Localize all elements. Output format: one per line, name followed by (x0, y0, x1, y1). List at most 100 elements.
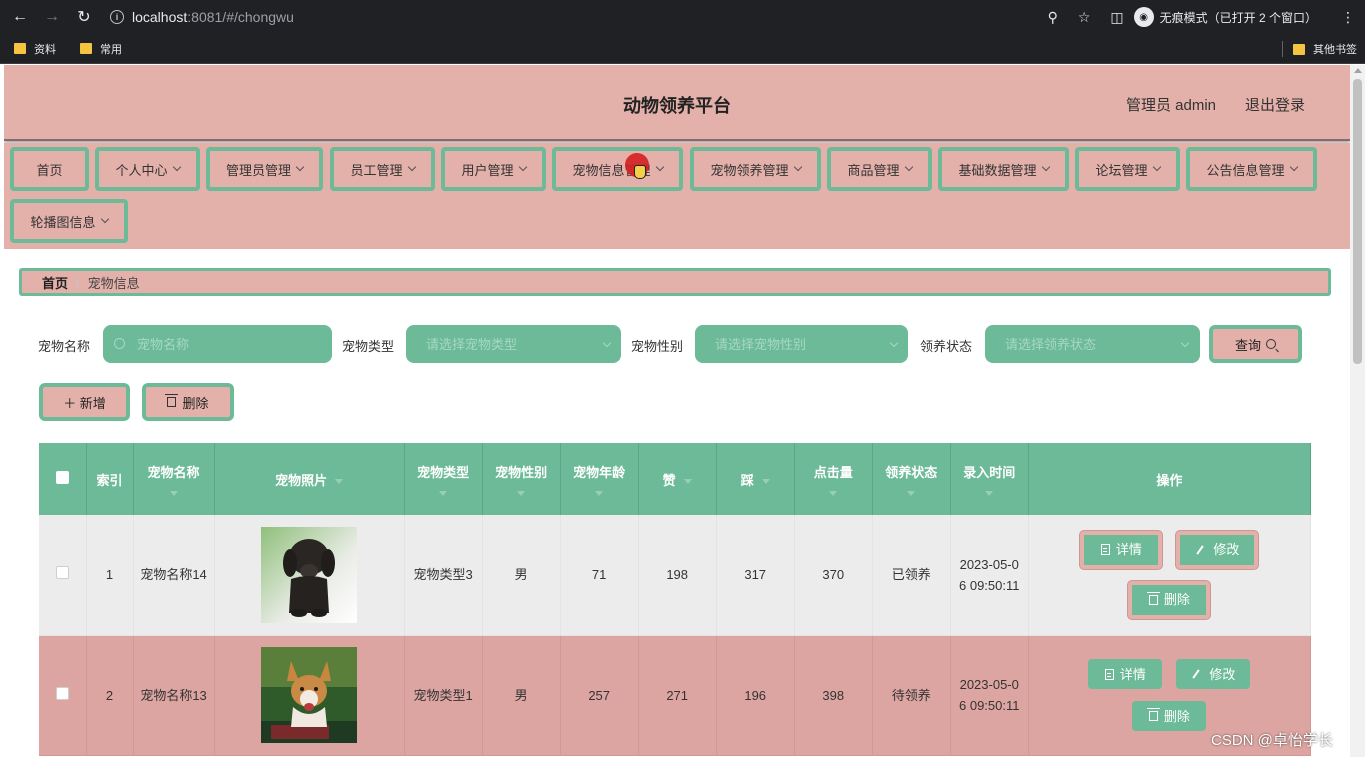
cell-clicks: 398 (794, 635, 873, 756)
menu-admin[interactable]: 管理员管理 (206, 147, 323, 191)
delete-label: 删除 (1163, 708, 1190, 724)
row-checkbox[interactable] (55, 686, 69, 700)
col-photo[interactable]: 宠物照片 (214, 443, 405, 515)
scroll-up-icon[interactable] (1354, 68, 1362, 73)
header-label: 赞 (662, 472, 676, 488)
breadcrumb-current: 宠物信息 (87, 275, 140, 291)
pet-photo-corgi[interactable] (261, 647, 358, 743)
select-all-cell (39, 443, 87, 515)
forward-icon[interactable]: → (40, 5, 64, 29)
sort-icon[interactable] (761, 478, 770, 484)
other-bookmarks[interactable]: 其他书签 (1293, 41, 1357, 57)
row-checkbox[interactable] (55, 566, 69, 580)
cell-cai: 196 (716, 635, 795, 756)
delete-button[interactable]: 删除 (1132, 701, 1207, 731)
col-age[interactable]: 宠物年龄 (560, 443, 639, 515)
menu-label: 基础数据管理 (958, 162, 1037, 178)
pet-table: 索引 宠物名称 宠物照片 宠物类型 宠物性别 宠物年龄 赞 踩 点击量 领养状态… (39, 443, 1312, 756)
more-menu-icon[interactable]: ⋮ (1341, 9, 1355, 26)
menu-personal[interactable]: 个人中心 (95, 147, 200, 191)
add-button[interactable]: ＋ 新增 (39, 383, 130, 421)
adopt-status-select[interactable] (985, 325, 1200, 363)
add-label: ＋ 新增 (63, 395, 106, 411)
bookmark-label: 其他书签 (1313, 44, 1357, 56)
trash-icon (165, 394, 179, 407)
cell-zan: 271 (638, 635, 717, 756)
breadcrumb-home[interactable]: 首页 (42, 273, 68, 292)
cell-photo (214, 515, 405, 636)
edit-button[interactable]: 修改 (1176, 530, 1259, 569)
reload-icon[interactable]: ↻ (72, 5, 96, 29)
col-sex[interactable]: 宠物性别 (482, 443, 561, 515)
col-cai[interactable]: 踩 (716, 443, 795, 515)
sort-icon[interactable] (683, 478, 692, 484)
col-clicks[interactable]: 点击量 (794, 443, 873, 515)
cell-sex: 男 (482, 515, 561, 636)
header-label: 宠物性别 (495, 465, 548, 480)
back-icon[interactable]: ← (8, 5, 32, 29)
col-type[interactable]: 宠物类型 (404, 443, 483, 515)
divider (1282, 41, 1283, 57)
col-status[interactable]: 领养状态 (872, 443, 951, 515)
menu-carousel[interactable]: 轮播图信息 (10, 199, 128, 243)
cell-ops: 详情 修改 删除 (1028, 515, 1312, 636)
menu-goods[interactable]: 商品管理 (827, 147, 932, 191)
logout-link[interactable]: 退出登录 (1245, 94, 1305, 115)
scrollbar-thumb[interactable] (1353, 79, 1362, 364)
cell-type: 宠物类型3 (404, 515, 483, 636)
cell-sex: 男 (482, 635, 561, 756)
menu-user[interactable]: 用户管理 (441, 147, 546, 191)
sort-icon[interactable] (439, 491, 448, 496)
bookmark-ziliao[interactable]: 资料 (14, 41, 56, 57)
sort-icon[interactable] (595, 491, 604, 496)
header-label: 录入时间 (963, 465, 1016, 480)
site-info-icon[interactable]: i (110, 10, 124, 24)
incognito-label: 无痕模式（已打开 2 个窗口） (1159, 10, 1317, 25)
header-label: 点击量 (813, 465, 853, 480)
incognito-indicator[interactable]: ◉ 无痕模式（已打开 2 个窗口） (1133, 7, 1317, 27)
menu-home[interactable]: 首页 (10, 147, 89, 191)
detail-button[interactable]: 详情 (1088, 659, 1163, 689)
pet-name-input[interactable] (103, 325, 332, 363)
delete-button[interactable]: 删除 (1128, 580, 1211, 619)
menu-basic-data[interactable]: 基础数据管理 (938, 147, 1069, 191)
menu-pet-info[interactable]: 宠物信息管理 (552, 147, 683, 191)
query-button[interactable]: 查询 (1209, 325, 1302, 363)
menu-adoption[interactable]: 宠物领养管理 (690, 147, 821, 191)
sort-icon[interactable] (517, 491, 526, 496)
menu-staff[interactable]: 员工管理 (330, 147, 435, 191)
bulk-delete-button[interactable]: 删除 (142, 383, 234, 421)
sort-icon[interactable] (829, 491, 838, 496)
key-icon[interactable]: ⚲ (1048, 9, 1058, 26)
sidepanel-icon[interactable]: ◫ (1110, 9, 1123, 26)
bookmark-changyong[interactable]: 常用 (80, 41, 122, 57)
edit-button[interactable]: 修改 (1176, 659, 1251, 689)
menu-forum[interactable]: 论坛管理 (1075, 147, 1180, 191)
header-label: 领养状态 (885, 465, 938, 480)
delete-label: 删除 (182, 395, 209, 411)
chevron-down-icon (172, 162, 181, 172)
menu-notice[interactable]: 公告信息管理 (1186, 147, 1317, 191)
pet-type-select[interactable] (406, 325, 621, 363)
menu-label: 员工管理 (350, 162, 403, 178)
col-time[interactable]: 录入时间 (950, 443, 1029, 515)
pet-sex-select[interactable] (695, 325, 908, 363)
detail-button[interactable]: 详情 (1080, 530, 1163, 569)
pet-photo-black-puppy[interactable] (261, 526, 358, 623)
address-bar[interactable]: i localhost:8081/#/chongwu (110, 9, 294, 25)
select-all-checkbox[interactable] (55, 471, 69, 484)
sort-icon[interactable] (907, 491, 916, 496)
col-zan[interactable]: 赞 (638, 443, 717, 515)
sort-icon[interactable] (985, 491, 994, 496)
sort-icon[interactable] (335, 478, 344, 484)
cell-status: 已领养 (872, 515, 951, 636)
page-scrollbar[interactable] (1350, 65, 1365, 757)
sort-icon[interactable] (169, 491, 178, 496)
cell-name: 宠物名称13 (133, 635, 215, 756)
star-icon[interactable]: ☆ (1078, 9, 1091, 26)
chevron-down-icon (1152, 162, 1161, 172)
col-name[interactable]: 宠物名称 (133, 443, 215, 515)
edit-icon (1196, 545, 1205, 555)
cell-clicks: 370 (794, 515, 873, 636)
cell-index: 1 (86, 515, 134, 636)
